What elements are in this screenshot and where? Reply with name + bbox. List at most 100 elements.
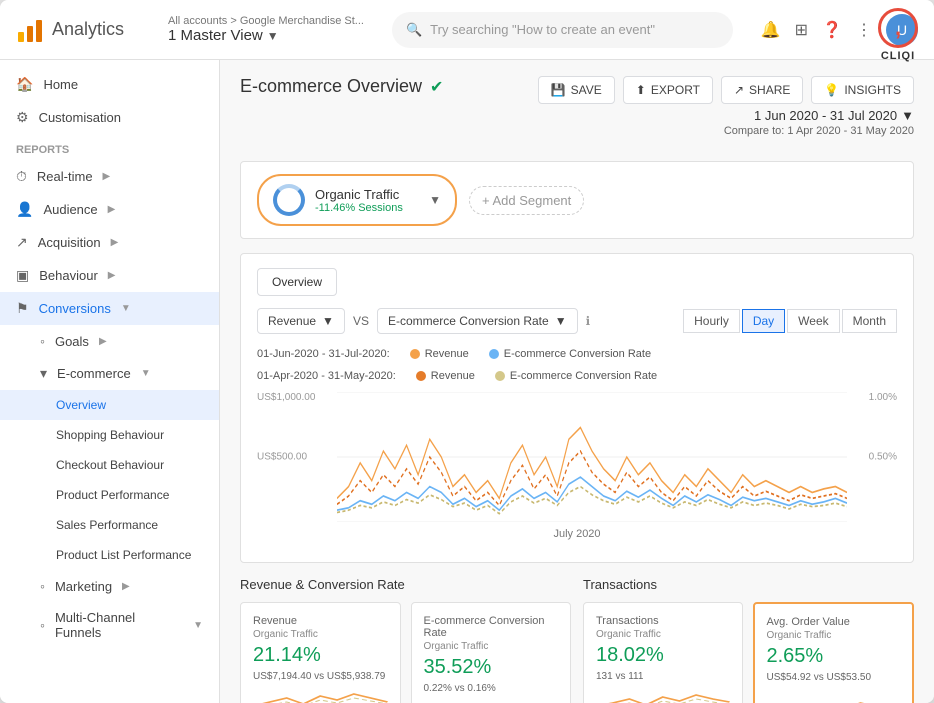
- insights-icon: 💡: [824, 83, 839, 97]
- save-button[interactable]: 💾 SAVE: [538, 76, 615, 104]
- share-button[interactable]: ↗ SHARE: [721, 76, 803, 104]
- expand-icon: ▼: [141, 368, 151, 379]
- time-buttons: Hourly Day Week Month: [683, 309, 897, 333]
- transactions-sparkline: [596, 688, 730, 703]
- conversion-rate-card: E-commerce Conversion Rate Organic Traff…: [411, 602, 572, 703]
- behaviour-icon: ▣: [16, 267, 29, 284]
- filter-row: Revenue ▼ VS E-commerce Conversion Rate …: [257, 308, 897, 334]
- chart-svg: [337, 392, 847, 522]
- chevron-down-icon: ▼: [267, 29, 279, 43]
- y-axis-top-label: US$1,000.00: [257, 392, 315, 403]
- sidebar-item-checkout-behaviour[interactable]: Checkout Behaviour: [0, 450, 219, 480]
- search-placeholder: Try searching "How to create an event": [430, 22, 655, 37]
- date-selector: 1 Jun 2020 - 31 Jul 2020 ▼ Compare to: 1…: [724, 108, 914, 137]
- search-icon: 🔍: [406, 22, 422, 38]
- sidebar-item-behaviour[interactable]: ▣ Behaviour ▶: [0, 259, 219, 292]
- realtime-icon: ⏱: [16, 168, 27, 185]
- week-button[interactable]: Week: [787, 309, 839, 333]
- content-area: E-commerce Overview ✔ 💾 SAVE ⬆ EXPORT: [220, 60, 934, 703]
- page-title: E-commerce Overview ✔: [240, 76, 443, 97]
- conversions-icon: ⚑: [16, 300, 29, 317]
- expand-icon: ▶: [99, 336, 107, 347]
- segment-donut: [273, 184, 305, 216]
- sidebar-item-customisation[interactable]: ⚙ Customisation: [0, 101, 219, 134]
- add-segment-button[interactable]: + Add Segment: [469, 186, 584, 215]
- insights-button[interactable]: 💡 INSIGHTS: [811, 76, 914, 104]
- hourly-button[interactable]: Hourly: [683, 309, 740, 333]
- cliqi-logo: , CLIQI: [878, 8, 918, 62]
- y-axis-right-mid-label: 0.50%: [869, 452, 897, 463]
- bell-icon[interactable]: 🔔: [761, 20, 781, 40]
- export-button[interactable]: ⬆ EXPORT: [623, 76, 713, 104]
- save-icon: 💾: [551, 83, 566, 97]
- date-range[interactable]: 1 Jun 2020 - 31 Jul 2020 ▼: [724, 108, 914, 123]
- sidebar-item-overview[interactable]: Overview: [0, 390, 219, 420]
- sidebar-item-product-list-performance[interactable]: Product List Performance: [0, 540, 219, 570]
- month-button[interactable]: Month: [842, 309, 897, 333]
- customisation-icon: ⚙: [16, 109, 29, 126]
- chevron-down-icon: ▼: [901, 108, 914, 123]
- sidebar-item-audience[interactable]: 👤 Audience ▶: [0, 193, 219, 226]
- chart-area: US$1,000.00 US$500.00 1.00% 0.50%: [257, 392, 897, 522]
- analytics-icon: [16, 16, 44, 44]
- expand-icon: ▼: [193, 620, 203, 631]
- sidebar-item-conversions[interactable]: ⚑ Conversions ▼: [0, 292, 219, 325]
- acquisition-icon: ↗: [16, 234, 28, 251]
- audience-icon: 👤: [16, 201, 33, 218]
- grid-icon[interactable]: ⊞: [795, 20, 808, 40]
- chart-legend2: 01-Apr-2020 - 31-May-2020: Revenue E-com…: [257, 370, 897, 382]
- sidebar-item-shopping-behaviour[interactable]: Shopping Behaviour: [0, 420, 219, 450]
- sidebar-item-multichannel[interactable]: ◦ Multi-Channel Funnels ▼: [0, 602, 219, 648]
- sidebar-item-acquisition[interactable]: ↗ Acquisition ▶: [0, 226, 219, 259]
- master-view[interactable]: 1 Master View ▼: [168, 27, 364, 44]
- day-button[interactable]: Day: [742, 309, 785, 333]
- sidebar-item-goals[interactable]: ◦ Goals ▶: [0, 325, 219, 357]
- help-icon[interactable]: ❓: [822, 20, 842, 40]
- reports-section-header: REPORTS: [0, 134, 219, 160]
- revenue-metrics-cards: Revenue Organic Traffic 21.14% US$7,194.…: [240, 602, 571, 703]
- expand-icon: ▶: [122, 581, 130, 592]
- x-axis-center-label: July 2020: [553, 528, 600, 540]
- sidebar-item-realtime[interactable]: ⏱ Real-time ▶: [0, 160, 219, 193]
- legend-dot-cr1: [489, 349, 499, 359]
- legend-dot-revenue2: [416, 371, 426, 381]
- breadcrumb-text: All accounts > Google Merchandise St...: [168, 15, 364, 27]
- sidebar-item-home[interactable]: 🏠 Home: [0, 68, 219, 101]
- info-icon[interactable]: ℹ: [586, 314, 591, 328]
- chevron-down-icon: ▼: [322, 314, 334, 328]
- goals-icon: ◦: [40, 333, 45, 349]
- chevron-down-icon: ▼: [555, 314, 567, 328]
- multichannel-icon: ◦: [40, 617, 45, 633]
- avg-order-sparkline: [767, 689, 901, 703]
- sidebar: 🏠 Home ⚙ Customisation REPORTS ⏱ Real-ti…: [0, 60, 220, 703]
- sidebar-item-sales-performance[interactable]: Sales Performance: [0, 510, 219, 540]
- legend-dot-revenue1: [410, 349, 420, 359]
- top-bar: Analytics All accounts > Google Merchand…: [0, 0, 934, 60]
- revenue-sparkline: [253, 688, 388, 703]
- metrics-section: Revenue & Conversion Rate Revenue Organi…: [240, 577, 914, 703]
- analytics-title: Analytics: [52, 19, 124, 40]
- more-icon[interactable]: ⋮: [856, 20, 872, 40]
- sidebar-item-marketing[interactable]: ◦ Marketing ▶: [0, 570, 219, 602]
- ecommerce-icon: ▾: [40, 365, 47, 382]
- metric2-select[interactable]: E-commerce Conversion Rate ▼: [377, 308, 578, 334]
- home-icon: 🏠: [16, 76, 33, 93]
- export-icon: ⬆: [636, 83, 646, 97]
- expand-icon: ▶: [108, 270, 116, 281]
- revenue-card: Revenue Organic Traffic 21.14% US$7,194.…: [240, 602, 401, 703]
- sidebar-item-ecommerce[interactable]: ▾ E-commerce ▼: [0, 357, 219, 390]
- y-axis-right-top-label: 1.00%: [869, 392, 897, 403]
- legend-item-revenue1: Revenue: [410, 348, 469, 360]
- date-compare: Compare to: 1 Apr 2020 - 31 May 2020: [724, 125, 914, 137]
- segment-info: Organic Traffic -11.46% Sessions: [315, 187, 403, 214]
- sidebar-item-product-performance[interactable]: Product Performance: [0, 480, 219, 510]
- breadcrumb-area: All accounts > Google Merchandise St... …: [168, 15, 364, 44]
- avg-order-value-card: Avg. Order Value Organic Traffic 2.65% U…: [753, 602, 915, 703]
- expand-icon: ▶: [108, 204, 116, 215]
- overview-tab[interactable]: Overview: [257, 268, 337, 296]
- segment-row: Organic Traffic -11.46% Sessions ▼ + Add…: [257, 174, 897, 226]
- segment-chip[interactable]: Organic Traffic -11.46% Sessions ▼: [257, 174, 457, 226]
- cliqi-text: CLIQI: [878, 50, 918, 62]
- search-bar[interactable]: 🔍 Try searching "How to create an event": [392, 12, 733, 48]
- metric1-select[interactable]: Revenue ▼: [257, 308, 345, 334]
